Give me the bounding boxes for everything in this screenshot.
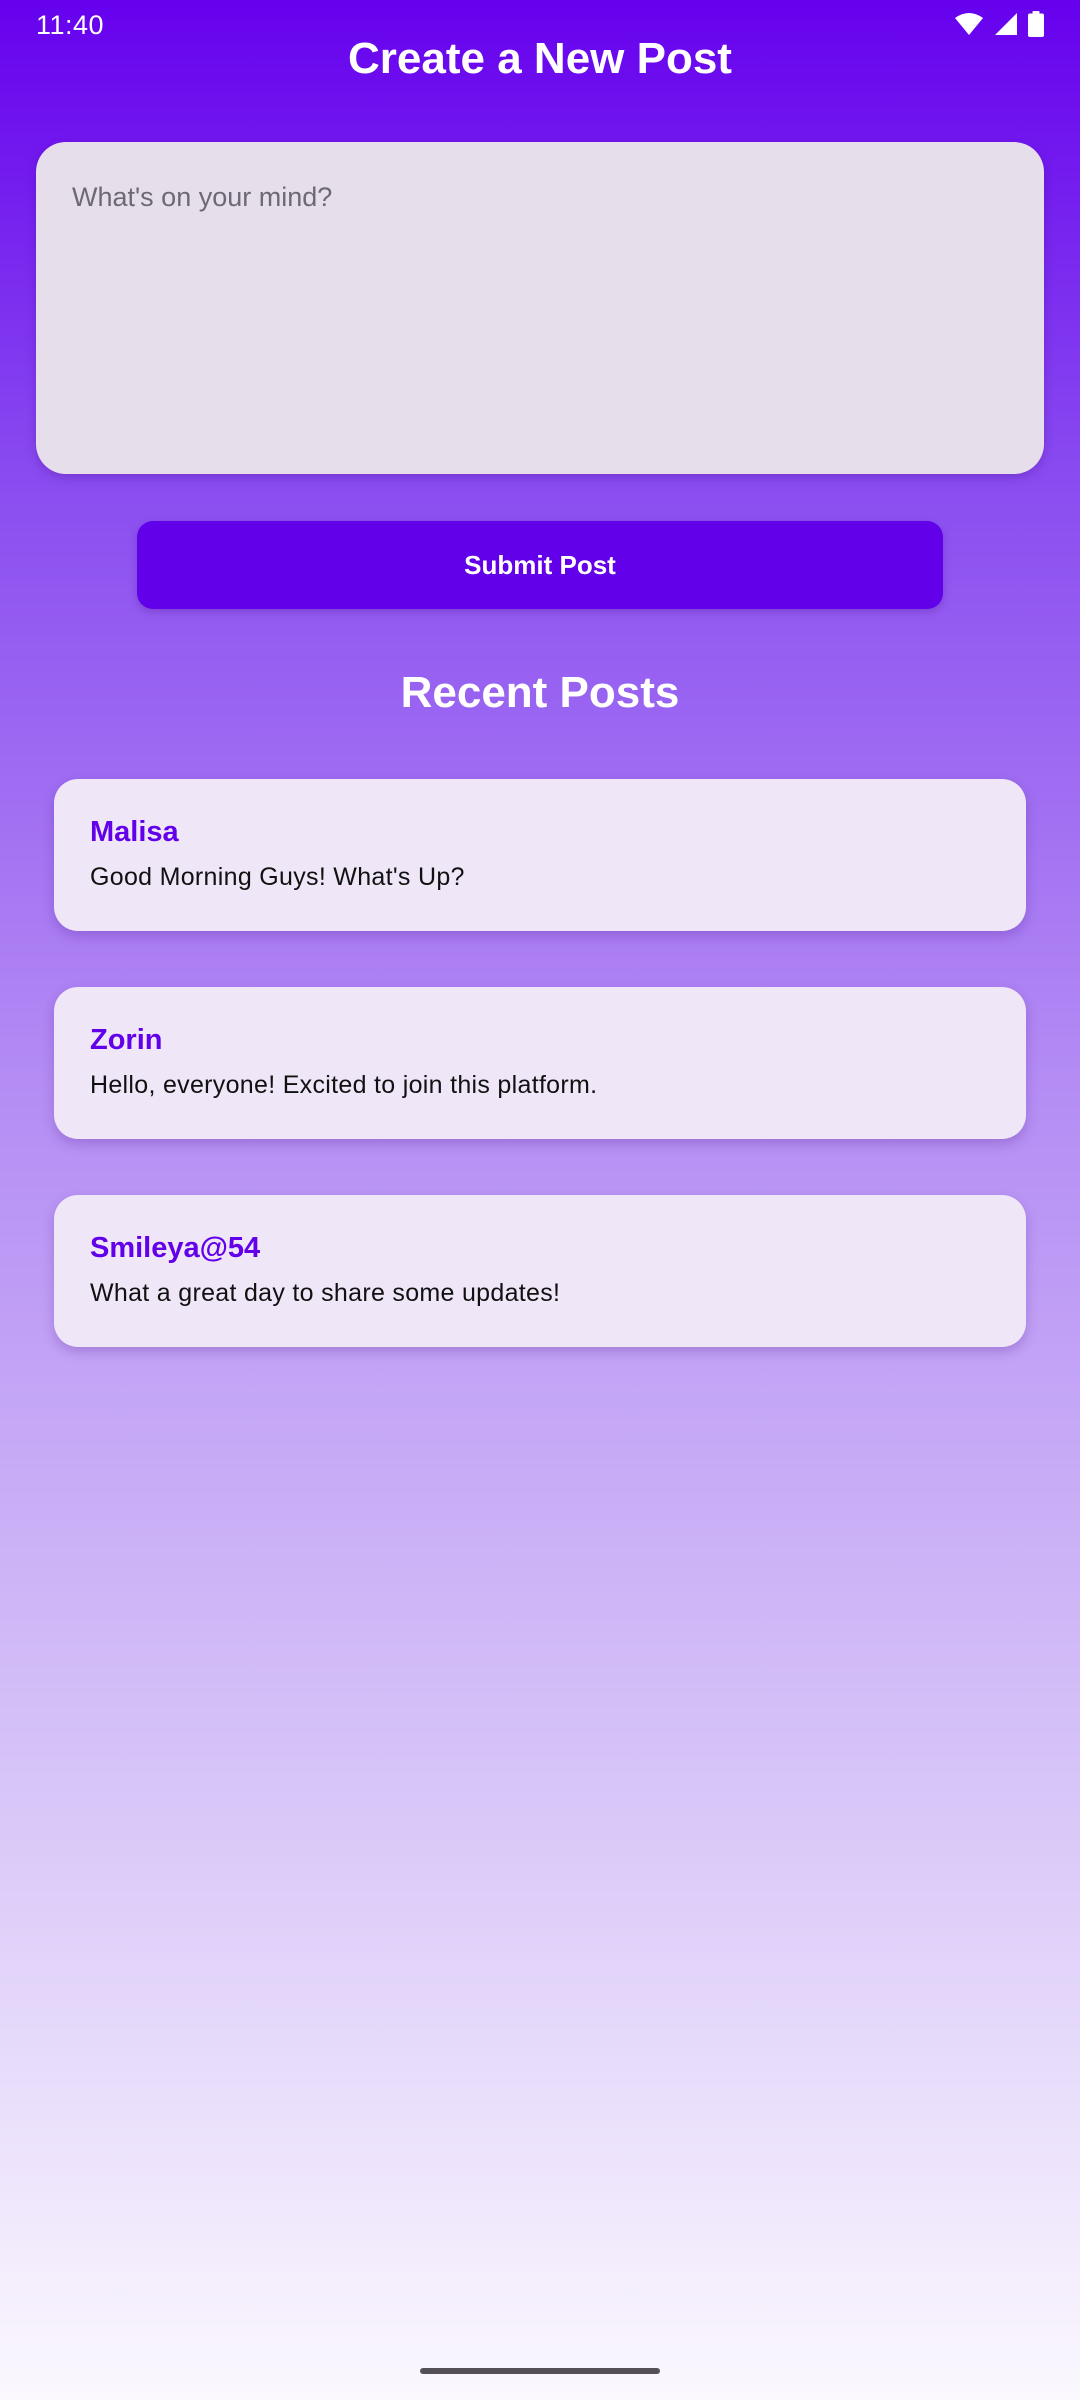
post-card: Malisa Good Morning Guys! What's Up? — [54, 779, 1026, 931]
post-card: Smileya@54 What a great day to share som… — [54, 1195, 1026, 1347]
page-title: Create a New Post — [348, 34, 732, 83]
post-text-input[interactable] — [36, 142, 1044, 474]
home-indicator[interactable] — [420, 2368, 660, 2374]
post-author: Zorin — [90, 1024, 163, 1056]
post-text: What a great day to share some updates! — [90, 1279, 561, 1307]
submit-post-button[interactable]: Submit Post — [137, 521, 943, 609]
post-text: Hello, everyone! Excited to join this pl… — [90, 1071, 598, 1099]
recent-posts-title: Recent Posts — [400, 668, 680, 717]
post-text: Good Morning Guys! What's Up? — [90, 863, 465, 891]
post-card: Zorin Hello, everyone! Excited to join t… — [54, 987, 1026, 1139]
post-list: Malisa Good Morning Guys! What's Up? Zor… — [54, 779, 1026, 1403]
cell-signal-icon — [994, 12, 1018, 36]
post-author: Malisa — [90, 816, 179, 848]
wifi-icon — [954, 12, 984, 36]
post-author: Smileya@54 — [90, 1232, 261, 1264]
